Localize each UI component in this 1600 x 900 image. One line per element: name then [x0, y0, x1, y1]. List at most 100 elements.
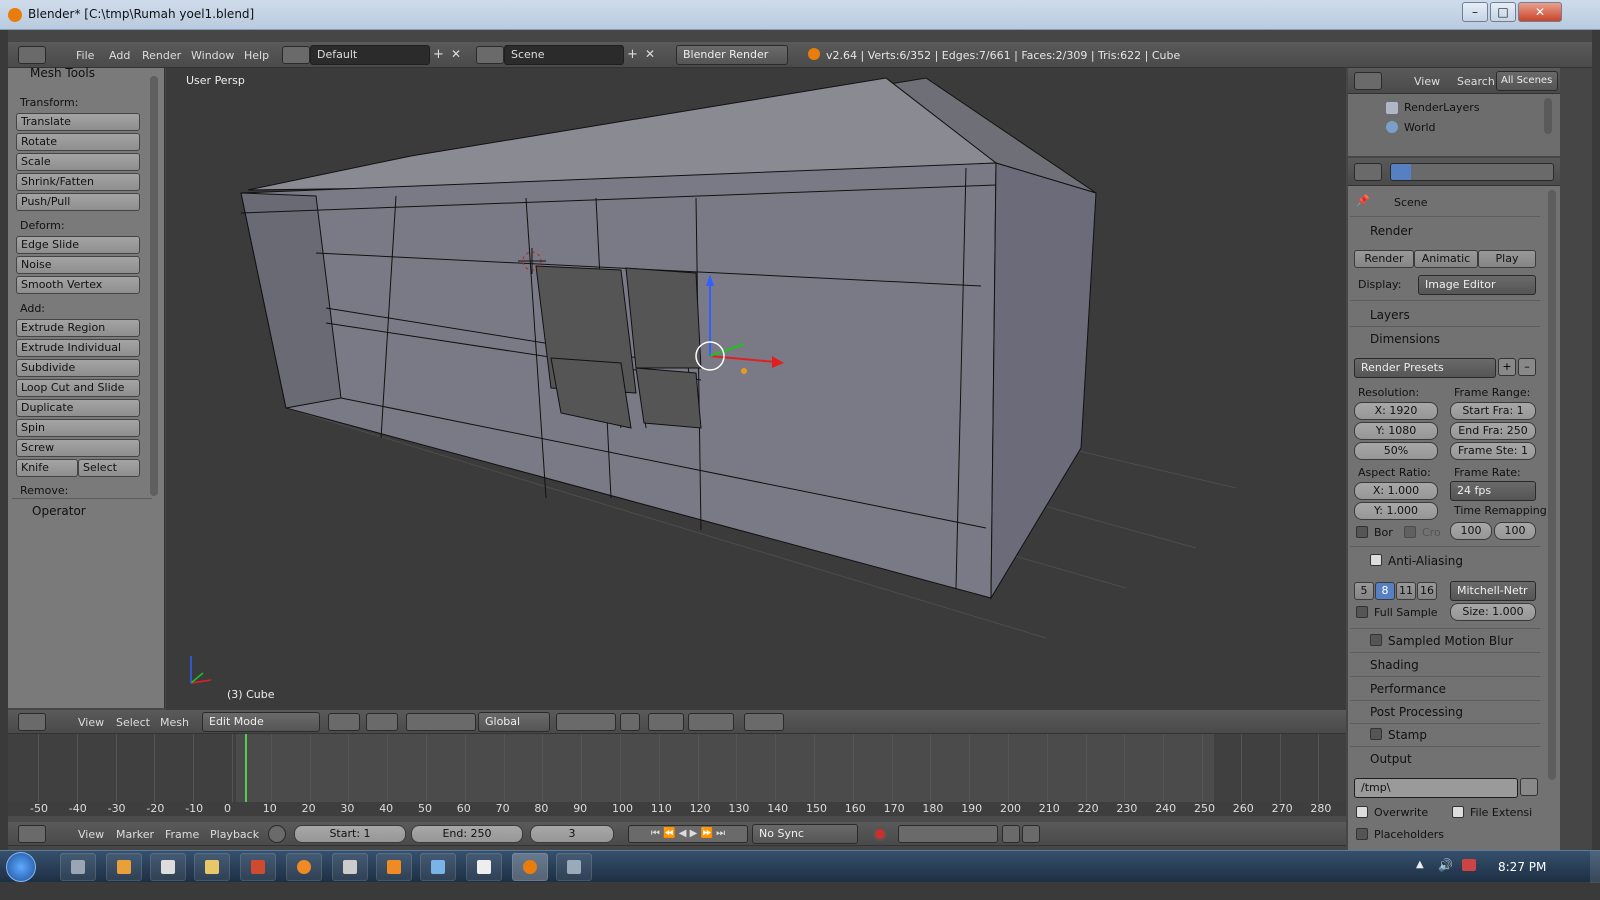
properties-scrollbar[interactable]	[1548, 190, 1556, 780]
aa-samples-5[interactable]: 5	[1354, 582, 1374, 600]
add-scene-icon[interactable]: +	[627, 47, 638, 62]
timeline-menu-marker[interactable]: Marker	[116, 828, 154, 841]
context-tabs-icon[interactable]	[1390, 163, 1554, 181]
render-preview-icon[interactable]	[744, 713, 784, 731]
resolution-percent-field[interactable]: 50%	[1354, 442, 1438, 460]
close-button[interactable]: ✕	[1518, 2, 1562, 22]
taskbar-firefox-icon[interactable]	[286, 853, 322, 881]
keying-set-field[interactable]	[898, 825, 998, 843]
clock[interactable]: 8:27 PM	[1498, 860, 1546, 874]
border-checkbox[interactable]	[1356, 526, 1368, 538]
mesh-tools-header[interactable]: Mesh Tools	[30, 66, 95, 80]
network-icon[interactable]	[1462, 859, 1476, 871]
shading-icon[interactable]	[328, 713, 360, 731]
taskbar-folder-icon[interactable]	[194, 853, 230, 881]
shrink-fatten-button[interactable]: Shrink/Fatten	[16, 173, 140, 191]
orientation-dropdown[interactable]: Global	[478, 712, 550, 732]
maximize-button[interactable]: □	[1490, 2, 1516, 22]
knife-button[interactable]: Knife	[16, 459, 78, 477]
scene-icon[interactable]	[476, 46, 504, 64]
resolution-y-field[interactable]: Y: 1080	[1354, 422, 1438, 440]
menu-add[interactable]: Add	[109, 49, 130, 62]
outliner-filter-dropdown[interactable]: All Scenes	[1496, 71, 1558, 91]
occlude-icon[interactable]	[620, 713, 640, 731]
timeline-menu-view[interactable]: View	[78, 828, 104, 841]
outliner-item-renderlayers[interactable]: RenderLayers	[1404, 101, 1480, 114]
aa-checkbox[interactable]	[1370, 554, 1382, 566]
start-frame-field-props[interactable]: Start Fra: 1	[1450, 402, 1536, 420]
current-frame-line[interactable]	[245, 734, 247, 802]
taskbar-app-icon[interactable]	[60, 853, 96, 881]
filter-size-field[interactable]: Size: 1.000	[1450, 603, 1536, 621]
knife-select-button[interactable]: Select	[78, 459, 140, 477]
end-frame-field-props[interactable]: End Fra: 250	[1450, 422, 1536, 440]
crop-checkbox[interactable]	[1404, 526, 1416, 538]
aa-samples-8[interactable]: 8	[1375, 582, 1395, 600]
shading-header[interactable]: Shading	[1370, 658, 1419, 672]
stamp-header[interactable]: Stamp	[1388, 728, 1427, 742]
dimensions-panel-header[interactable]: Dimensions	[1370, 332, 1440, 346]
sync-dropdown[interactable]: No Sync	[752, 824, 858, 844]
timeline-menu-playback[interactable]: Playback	[210, 828, 259, 841]
outliner-editor-icon[interactable]	[1354, 72, 1382, 90]
manipulator-icon[interactable]	[406, 713, 476, 731]
aa-samples-11[interactable]: 11	[1396, 582, 1416, 600]
menu-help[interactable]: Help	[244, 49, 269, 62]
remove-scene-icon[interactable]: ✕	[645, 47, 655, 61]
end-frame-field[interactable]: End: 250	[411, 825, 523, 843]
resolution-x-field[interactable]: X: 1920	[1354, 402, 1438, 420]
duplicate-button[interactable]: Duplicate	[16, 399, 140, 417]
layout-field[interactable]: Default	[310, 45, 430, 65]
rotate-button[interactable]: Rotate	[16, 133, 140, 151]
properties-editor-icon[interactable]	[1354, 163, 1382, 181]
aa-samples-16[interactable]: 16	[1417, 582, 1437, 600]
fps-dropdown[interactable]: 24 fps	[1450, 481, 1536, 501]
taskbar-app-icon[interactable]	[420, 853, 456, 881]
3d-viewport[interactable]: User Persp (3) Cube	[166, 68, 1346, 710]
aa-filter-dropdown[interactable]: Mitchell-Netr	[1450, 581, 1536, 601]
full-sample-checkbox[interactable]	[1356, 606, 1368, 618]
outliner-menu-view[interactable]: View	[1414, 75, 1440, 88]
subdivide-button[interactable]: Subdivide	[16, 359, 140, 377]
overwrite-checkbox[interactable]	[1356, 806, 1368, 818]
remove-preset-icon[interactable]: –	[1518, 358, 1536, 376]
play-button[interactable]: Play	[1478, 250, 1536, 268]
view3d-editor-icon[interactable]	[18, 713, 46, 731]
aa-panel-header[interactable]: Anti-Aliasing	[1388, 554, 1463, 568]
select-mode-icon[interactable]	[556, 713, 616, 731]
motion-blur-checkbox[interactable]	[1370, 634, 1382, 646]
pivot-icon[interactable]	[366, 713, 398, 731]
pin-icon[interactable]: 📌	[1356, 194, 1370, 207]
push-pull-button[interactable]: Push/Pull	[16, 193, 140, 211]
scene-field[interactable]: Scene	[504, 45, 624, 65]
menu-view[interactable]: View	[78, 716, 104, 729]
insert-key-icon[interactable]	[1002, 825, 1020, 843]
timeline-area[interactable]: -50 -40 -30 -20 -10 0 10 20 30 40 50 60 70 80 90 100 110…	[8, 734, 1346, 822]
render-panel-header[interactable]: Render	[1370, 224, 1413, 238]
loop-cut-button[interactable]: Loop Cut and Slide	[16, 379, 140, 397]
post-processing-header[interactable]: Post Processing	[1370, 705, 1463, 719]
aspect-x-field[interactable]: X: 1.000	[1354, 482, 1438, 500]
taskbar-app-icon[interactable]	[556, 853, 592, 881]
taskbar-app-icon[interactable]	[466, 853, 502, 881]
show-desktop-button[interactable]	[1590, 851, 1600, 883]
performance-header[interactable]: Performance	[1370, 682, 1446, 696]
menu-select[interactable]: Select	[116, 716, 150, 729]
minimize-button[interactable]: –	[1462, 2, 1488, 22]
render-engine-dropdown[interactable]: Blender Render	[676, 45, 788, 65]
taskbar-vlc-icon[interactable]	[376, 853, 412, 881]
smooth-vertex-button[interactable]: Smooth Vertex	[16, 276, 140, 294]
output-header[interactable]: Output	[1370, 752, 1412, 766]
timeline-editor-icon[interactable]	[18, 825, 46, 843]
add-preset-icon[interactable]: +	[1498, 358, 1516, 376]
screw-button[interactable]: Screw	[16, 439, 140, 457]
extrude-individual-button[interactable]: Extrude Individual	[16, 339, 140, 357]
record-icon[interactable]	[873, 827, 887, 841]
noise-button[interactable]: Noise	[16, 256, 140, 274]
editor-type-icon[interactable]	[18, 46, 46, 64]
render-still-button[interactable]: Render	[1354, 250, 1414, 268]
proportional-icon[interactable]	[648, 713, 684, 731]
menu-mesh[interactable]: Mesh	[160, 716, 189, 729]
motion-blur-header[interactable]: Sampled Motion Blur	[1388, 634, 1513, 648]
preview-range-icon[interactable]	[268, 825, 286, 843]
